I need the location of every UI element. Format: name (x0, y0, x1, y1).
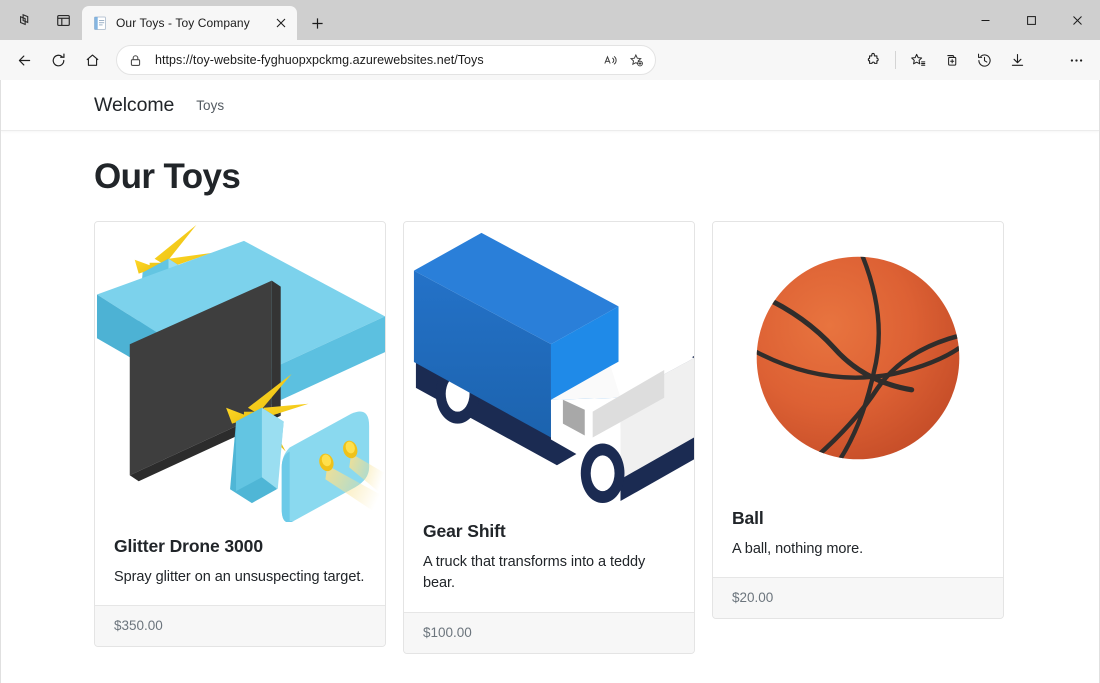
browser-window: Our Toys - Toy Company https://toy-websi… (0, 0, 1100, 683)
site-navbar: Welcome Toys (1, 80, 1099, 131)
favorites-icon[interactable] (902, 45, 934, 75)
settings-more-icon[interactable] (1060, 45, 1092, 75)
read-aloud-icon[interactable] (597, 47, 623, 73)
toolbar-divider (895, 51, 896, 69)
product-image (95, 222, 385, 522)
product-card-body: Gear Shift A truck that transforms into … (404, 507, 694, 612)
home-button[interactable] (76, 45, 108, 75)
product-image (404, 222, 694, 507)
back-button[interactable] (8, 45, 40, 75)
product-description: A truck that transforms into a teddy bea… (423, 554, 646, 592)
page-content: Our Toys Glitter Drone 3000 Spray glitte… (1, 131, 1099, 654)
product-price: $20.00 (713, 577, 1003, 619)
extensions-icon[interactable] (857, 45, 889, 75)
nav-link-toys[interactable]: Toys (196, 98, 224, 113)
product-name: Glitter Drone 3000 (114, 536, 263, 556)
basketball-illustration (756, 256, 960, 460)
downloads-icon[interactable] (1001, 45, 1033, 75)
product-description: A ball, nothing more. (732, 541, 864, 557)
product-image (713, 222, 1003, 494)
product-card[interactable]: Ball A ball, nothing more. $20.00 (712, 221, 1004, 620)
close-window-button[interactable] (1054, 0, 1100, 40)
tab-actions-icon[interactable] (48, 6, 78, 34)
refresh-button[interactable] (42, 45, 74, 75)
product-card-body: Glitter Drone 3000 Spray glitter on an u… (95, 522, 385, 605)
product-card-grid: Glitter Drone 3000 Spray glitter on an u… (94, 221, 1099, 654)
product-card-body: Ball A ball, nothing more. (713, 494, 1003, 577)
tab-title: Our Toys - Toy Company (116, 16, 250, 30)
drone-illustration (96, 225, 385, 522)
page-title: Our Toys (94, 157, 241, 196)
product-name: Gear Shift (423, 521, 506, 541)
address-bar[interactable]: https://toy-website-fyghuopxpckmg.azurew… (116, 45, 656, 75)
collections-icon[interactable] (935, 45, 967, 75)
site-brand[interactable]: Welcome (94, 94, 174, 117)
product-name: Ball (732, 508, 764, 528)
product-card[interactable]: Gear Shift A truck that transforms into … (403, 221, 695, 654)
truck-illustration (413, 232, 694, 504)
browser-tab[interactable]: Our Toys - Toy Company (82, 6, 297, 40)
maximize-button[interactable] (1008, 0, 1054, 40)
document-favicon (92, 15, 108, 31)
product-card[interactable]: Glitter Drone 3000 Spray glitter on an u… (94, 221, 386, 648)
product-description: Spray glitter on an unsuspecting target. (114, 569, 365, 585)
history-icon[interactable] (968, 45, 1000, 75)
add-favorite-icon[interactable] (623, 47, 649, 73)
page-viewport: Welcome Toys Our Toys Glitter Drone 3000… (0, 80, 1100, 683)
url-full: https://toy-website-fyghuopxpckmg.azurew… (155, 53, 484, 67)
title-bar: Our Toys - Toy Company (0, 0, 1100, 40)
titlebar-left-icons (0, 0, 82, 40)
url-text[interactable]: https://toy-website-fyghuopxpckmg.azurew… (155, 53, 597, 67)
lock-icon (129, 54, 147, 67)
new-tab-button[interactable] (303, 9, 331, 37)
close-tab-icon[interactable] (271, 13, 291, 33)
minimize-button[interactable] (962, 0, 1008, 40)
toolbar-right-icons (857, 45, 1092, 75)
product-price: $100.00 (404, 611, 694, 653)
browser-toolbar: https://toy-website-fyghuopxpckmg.azurew… (0, 40, 1100, 80)
product-price: $350.00 (95, 605, 385, 647)
window-controls (962, 0, 1100, 40)
workspaces-icon[interactable] (10, 6, 40, 34)
